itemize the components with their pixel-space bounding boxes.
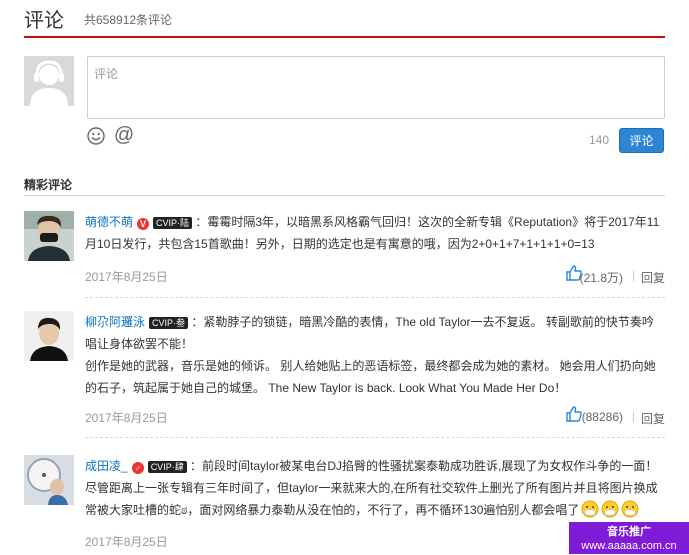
meta-separator: |	[631, 409, 635, 423]
comment-input[interactable]	[88, 57, 664, 118]
current-user-avatar	[24, 56, 74, 106]
user-avatar-image	[24, 455, 74, 505]
watermark-title: 音乐推广	[607, 526, 651, 538]
remaining-chars: 140	[589, 133, 610, 147]
comment-username[interactable]: 成田凌_	[85, 459, 128, 473]
comment-meta: 2017年8月25日 (21.8万) | 回复	[85, 262, 665, 290]
comments-title: 评论	[24, 10, 64, 32]
vip-badge: CVIP·陆	[153, 217, 193, 229]
like-count: (88286)	[581, 410, 623, 424]
comment-date: 2017年8月25日	[85, 270, 168, 284]
comment-item: 柳尕阿邏泳 CVIP·叁 ：紧勒脖子的锁链，暗黑冷酷的表情，The old Tay…	[24, 311, 665, 438]
comment-divider	[85, 297, 665, 298]
user-avatar[interactable]	[24, 455, 74, 505]
verified-badge: V	[137, 218, 150, 230]
thumbs-up-icon[interactable]	[565, 405, 583, 423]
comment-date: 2017年8月25日	[85, 411, 168, 425]
like-count: (21.8万)	[579, 271, 623, 285]
user-avatar-image	[24, 311, 74, 361]
mask-face-emoji-icon	[581, 500, 599, 518]
mask-face-emoji-icon	[621, 500, 639, 518]
comment-text: 成田凌_ ♂ CVIP·肆 ：前段时间taylor被某电台DJ掐臀的性骚扰案泰勒成功…	[85, 455, 665, 521]
comment-text: 萌德不萌 V CVIP·陆 ：霉霉时隔3年，以暗黑系风格霸气回归！这次的全新专辑《R…	[85, 211, 665, 255]
comment-date: 2017年8月25日	[85, 535, 168, 549]
gender-badge: ♂	[131, 462, 144, 474]
comment-item: 萌德不萌 V CVIP·陆 ：霉霉时隔3年，以暗黑系风格霸气回归！这次的全新专辑《R…	[24, 211, 665, 298]
mention-icon[interactable]: @	[113, 124, 135, 146]
comment-username[interactable]: 柳尕阿邏泳	[85, 315, 145, 329]
comment-body-continued: 创作是她的武器，音乐是她的倾诉。 别人给她贴上的恶语标签，最终都会成为她的素材。…	[85, 359, 656, 395]
submit-comment-button[interactable]: 评论	[619, 128, 664, 153]
comment-divider	[85, 437, 665, 438]
emoji-icon[interactable]	[87, 127, 105, 145]
mask-face-emoji-icon	[601, 500, 619, 518]
comment-input-box[interactable]	[87, 56, 665, 119]
comment-text: 柳尕阿邏泳 CVIP·叁 ：紧勒脖子的锁链，暗黑冷酷的表情，The old Tay…	[85, 311, 665, 399]
user-avatar-image	[24, 211, 74, 261]
vip-badge: CVIP·肆	[147, 461, 187, 473]
reply-link[interactable]: 回复	[641, 269, 665, 286]
reply-link[interactable]: 回复	[641, 410, 665, 427]
meta-separator: |	[631, 268, 635, 282]
featured-comments-title: 精彩评论	[24, 176, 665, 196]
promo-watermark: 音乐推广 www.aaaaa.com.cn	[569, 522, 689, 554]
user-avatar[interactable]	[24, 211, 74, 261]
comments-count: 共658912条评论	[84, 13, 173, 27]
comment-username[interactable]: 萌德不萌	[85, 215, 133, 229]
comment-meta: 2017年8月25日 (88286) | 回复	[85, 403, 665, 431]
vip-badge: CVIP·叁	[149, 317, 189, 329]
user-avatar[interactable]	[24, 311, 74, 361]
comments-header: 评论 共658912条评论	[24, 0, 665, 38]
watermark-url: www.aaaaa.com.cn	[581, 540, 677, 552]
default-avatar-icon	[24, 56, 74, 106]
